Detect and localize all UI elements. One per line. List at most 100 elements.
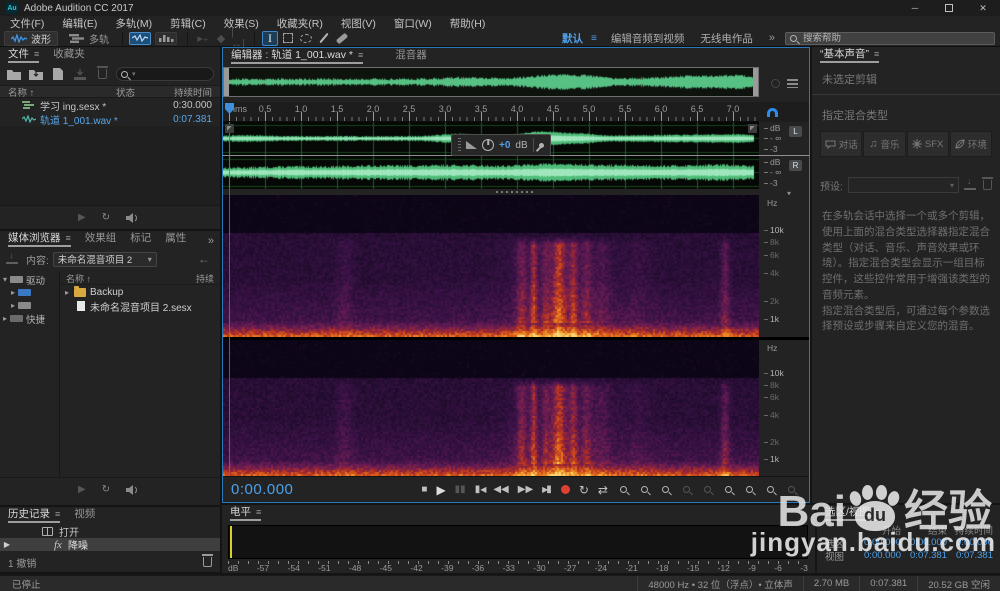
media-row-file[interactable]: 未命名混音项目 2.sesx xyxy=(60,299,220,314)
workspace-default[interactable]: 默认 xyxy=(562,31,583,46)
overview-waveform[interactable] xyxy=(229,68,753,96)
column-status[interactable]: 状态 xyxy=(116,85,158,99)
gain-hud[interactable]: +0 dB xyxy=(451,134,551,156)
skip-to-end-button[interactable]: ▶ ▮ xyxy=(542,484,552,495)
menu-item[interactable]: 多轨(M) xyxy=(115,16,152,31)
tab-levels[interactable]: 电平 ≡ xyxy=(230,504,262,521)
tab-editor[interactable]: 编辑器 : 轨道 1_001.wav * ≡ xyxy=(231,47,364,64)
marquee-selection-tool[interactable] xyxy=(280,31,296,46)
menu-item[interactable]: 窗口(W) xyxy=(394,16,432,31)
zoom-in-time-button[interactable] xyxy=(620,486,627,493)
content-select[interactable]: 未命名混音项目 2 ▾ xyxy=(52,251,157,267)
playhead-line[interactable] xyxy=(229,122,230,476)
collapse-icon[interactable]: ▾ xyxy=(0,275,10,284)
display-options-icon[interactable] xyxy=(786,78,798,88)
corner-envelope-icon[interactable] xyxy=(225,124,234,133)
preview-play-icon[interactable]: ▶ xyxy=(78,484,86,495)
loop-preview-icon[interactable]: ↻ xyxy=(102,484,110,495)
back-arrow-icon[interactable]: ← xyxy=(198,252,214,266)
zoom-full-button[interactable] xyxy=(662,486,669,493)
show-waveform-button[interactable] xyxy=(129,31,151,45)
time-display[interactable]: 0:00.000 xyxy=(223,481,303,498)
help-search-box[interactable] xyxy=(785,31,995,45)
tab-mixer[interactable]: 混音器 xyxy=(395,47,427,64)
view-end[interactable]: 0:07.381 xyxy=(901,550,947,561)
corner-envelope-icon[interactable] xyxy=(748,124,757,133)
waveform-view-button[interactable]: 波形 xyxy=(4,30,58,46)
fast-forward-button[interactable]: ▶▶ xyxy=(518,484,533,495)
new-file-icon[interactable] xyxy=(50,67,66,81)
stop-button[interactable]: ■ xyxy=(421,484,427,495)
files-search-field[interactable]: ▾ xyxy=(116,67,214,81)
tab-essential-sound[interactable]: “基本声音” ≡ xyxy=(820,46,880,63)
view-start[interactable]: 0:00.000 xyxy=(855,550,901,561)
panel-menu-icon[interactable]: ≡ xyxy=(875,507,880,517)
loop-preview-icon[interactable]: ↻ xyxy=(102,212,110,223)
panel-menu-icon[interactable]: ≡ xyxy=(34,49,39,59)
panel-menu-icon[interactable]: ≡ xyxy=(874,49,879,59)
tab-history[interactable]: 历史记录 ≡ xyxy=(8,506,61,523)
time-selection-tool[interactable]: I xyxy=(262,30,278,46)
tree-item-drive[interactable]: ▸ xyxy=(0,299,59,312)
paintbrush-selection-tool[interactable] xyxy=(316,31,332,46)
tree-item-shortcuts[interactable]: ▸ 快捷 xyxy=(0,312,59,326)
tab-media-browser[interactable]: 媒体浏览器 ≡ xyxy=(8,230,71,247)
auto-play-speaker-icon[interactable] xyxy=(126,212,139,223)
workspace-edit-audio-to-video[interactable]: 编辑音频到视频 xyxy=(611,31,685,46)
import-into-project-icon[interactable] xyxy=(6,250,18,264)
show-spectrum-button[interactable] xyxy=(155,31,177,45)
tab-video[interactable]: 视频 xyxy=(74,506,95,523)
selection-start[interactable]: 0:00.000 xyxy=(855,537,901,548)
file-row[interactable]: 轨道 1_001.wav * 0:07.381 xyxy=(0,112,220,127)
spectrogram-right-channel[interactable] xyxy=(223,340,759,476)
spectral-settings-icon[interactable] xyxy=(770,78,780,88)
snap-magnet-icon[interactable] xyxy=(767,107,778,117)
overview-zoom-frame[interactable] xyxy=(223,67,759,97)
zoom-out-time-button[interactable] xyxy=(641,486,648,493)
expand-icon[interactable]: ▸ xyxy=(8,301,18,310)
panel-menu-icon[interactable]: ≡ xyxy=(66,233,71,243)
history-item-noise-reduction[interactable]: ▶ fx 降噪 xyxy=(0,538,220,552)
tabs-overflow-icon[interactable]: » xyxy=(208,235,220,247)
selection-end[interactable]: 0:00.000 xyxy=(901,537,947,548)
view-duration[interactable]: 0:07.381 xyxy=(947,550,993,561)
tab-markers[interactable]: 标记 xyxy=(130,230,151,247)
menu-item[interactable]: 编辑(E) xyxy=(62,16,97,31)
menu-item[interactable]: 帮助(H) xyxy=(450,16,486,31)
minimize-button[interactable]: ─ xyxy=(898,0,932,16)
maximize-button[interactable] xyxy=(932,0,966,16)
workspace-radio-production[interactable]: 无线电作品 xyxy=(700,31,753,46)
gain-value[interactable]: +0 xyxy=(499,140,510,151)
expand-icon[interactable]: ▸ xyxy=(60,288,74,297)
clear-history-trash-icon[interactable] xyxy=(202,554,213,567)
hud-pin-icon[interactable] xyxy=(537,141,545,149)
waveform-right-channel[interactable] xyxy=(223,156,759,189)
zoom-in-right-edge-button[interactable] xyxy=(746,486,753,493)
skip-selection-button[interactable]: ⇄ xyxy=(598,484,608,496)
tab-effects-rack[interactable]: 效果组 xyxy=(85,230,117,247)
multitrack-view-button[interactable]: 多轨 xyxy=(62,31,116,46)
spectrogram-left-channel[interactable] xyxy=(223,195,759,337)
gain-knob-icon[interactable] xyxy=(482,139,494,151)
panel-menu-icon[interactable]: ≡ xyxy=(55,509,60,519)
expand-icon[interactable]: ▸ xyxy=(8,288,18,297)
hud-grip-icon[interactable] xyxy=(458,138,461,152)
tab-selection-view[interactable]: 选区/视图 ≡ xyxy=(825,504,881,521)
left-channel-badge[interactable]: L xyxy=(789,126,802,137)
menu-item[interactable]: 文件(F) xyxy=(10,16,44,31)
splitter-handle-icon[interactable] xyxy=(496,191,536,193)
skip-to-start-button[interactable]: ▮ ◀ xyxy=(475,484,487,495)
panel-menu-icon[interactable]: ≡ xyxy=(256,507,261,517)
menu-item[interactable]: 剪辑(C) xyxy=(170,16,206,31)
zoom-in-left-edge-button[interactable] xyxy=(725,486,732,493)
tab-properties[interactable]: 属性 xyxy=(165,230,186,247)
workspace-menu-icon[interactable]: ≡ xyxy=(591,33,597,44)
auto-play-speaker-icon[interactable] xyxy=(126,484,139,495)
tree-item-drive[interactable]: ▸ xyxy=(0,286,59,299)
column-name[interactable]: 名称 ↑ xyxy=(0,85,116,99)
file-row[interactable]: 学习 ing.sesx * 0:30.000 xyxy=(0,98,220,113)
overview-right-handle[interactable] xyxy=(753,68,758,96)
column-duration[interactable]: 持续 xyxy=(196,272,220,285)
loop-playback-button[interactable]: ↻ xyxy=(579,484,589,496)
import-file-icon[interactable] xyxy=(28,67,44,81)
